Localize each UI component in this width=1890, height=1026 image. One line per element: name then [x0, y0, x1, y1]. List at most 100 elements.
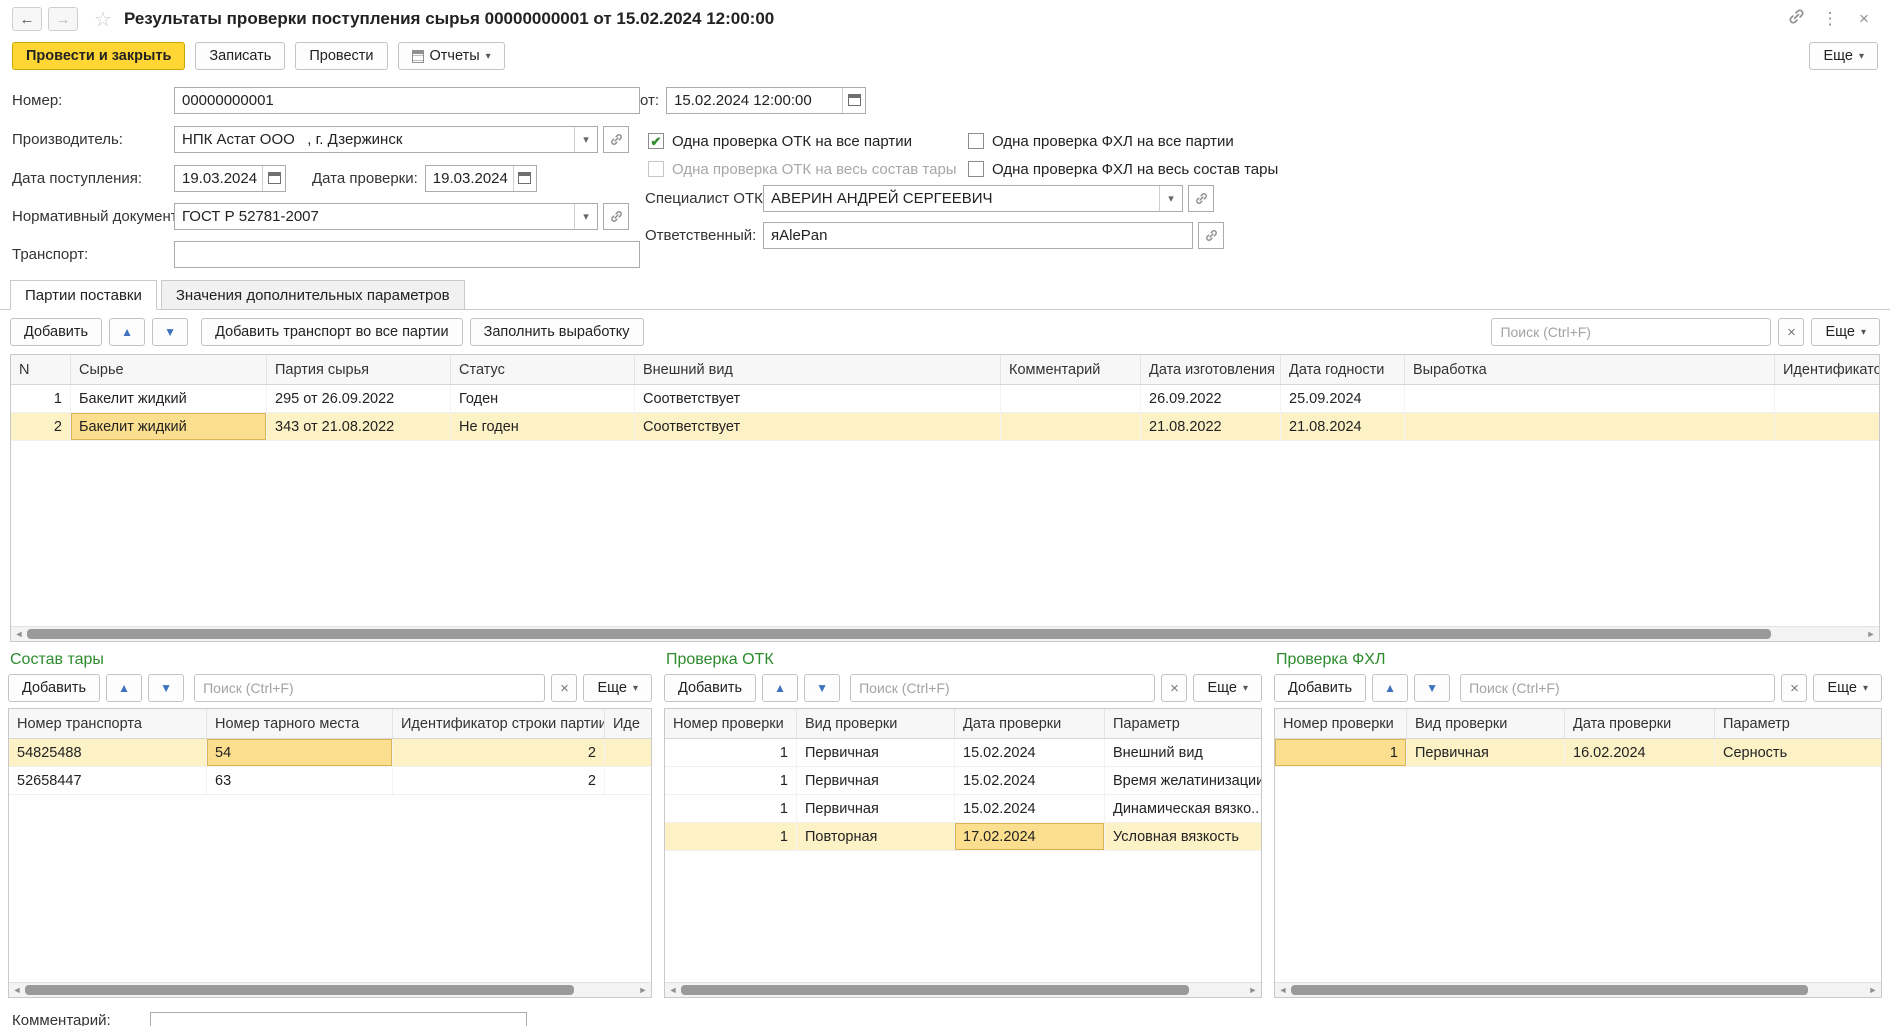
scroll-right-icon[interactable]: ►	[1865, 983, 1881, 998]
cell-material[interactable]: Бакелит жидкий	[71, 385, 267, 412]
clear-search-button[interactable]: ×	[1778, 318, 1804, 346]
search-input[interactable]	[850, 674, 1155, 702]
fill-output-button[interactable]: Заполнить выработку	[470, 318, 644, 346]
scroll-left-icon[interactable]: ◄	[1275, 983, 1291, 998]
manufacturer-field[interactable]: НПК Астат ООО , г. Дзержинск ▾	[174, 126, 598, 153]
column-header-check-kind[interactable]: Вид проверки	[797, 709, 955, 738]
cell-output[interactable]	[1405, 385, 1775, 412]
add-row-button[interactable]: Добавить	[1274, 674, 1366, 702]
cell-check-kind[interactable]: Первичная	[797, 795, 955, 822]
date-field[interactable]: 15.02.2024 12:00:00	[666, 87, 866, 114]
column-header-batch[interactable]: Партия сырья	[267, 355, 451, 384]
clear-search-button[interactable]: ×	[1161, 674, 1187, 702]
column-header-check-date[interactable]: Дата проверки	[955, 709, 1105, 738]
scroll-left-icon[interactable]: ◄	[665, 983, 681, 998]
cell-tare-place[interactable]: 63	[207, 767, 393, 794]
move-up-button[interactable]: ▲	[762, 674, 798, 702]
back-button[interactable]: ←	[12, 7, 42, 31]
add-row-button[interactable]: Добавить	[10, 318, 102, 346]
column-header-comment[interactable]: Комментарий	[1001, 355, 1141, 384]
cell-clipped[interactable]	[605, 739, 651, 766]
cell-n[interactable]: 2	[11, 413, 71, 440]
table-row[interactable]: 1 Первичная 15.02.2024 Время желатинизац…	[665, 767, 1261, 795]
horizontal-scrollbar[interactable]: ◄ ►	[1275, 982, 1881, 997]
cell-tare-place-active[interactable]: 54	[207, 739, 393, 766]
scrollbar-thumb[interactable]	[25, 985, 574, 995]
scrollbar-thumb[interactable]	[27, 629, 1771, 639]
cell-batch-line-id[interactable]: 2	[393, 767, 605, 794]
cell-material-active[interactable]: Бакелит жидкий	[71, 413, 267, 440]
scroll-right-icon[interactable]: ►	[1863, 627, 1879, 642]
scroll-right-icon[interactable]: ►	[1245, 983, 1261, 998]
move-down-button[interactable]: ▼	[1414, 674, 1450, 702]
column-header-status[interactable]: Статус	[451, 355, 635, 384]
table-row[interactable]: 52658447 63 2	[9, 767, 651, 795]
checkbox-otk-all-batches[interactable]: ✔ Одна проверка ОТК на все партии	[648, 127, 912, 155]
column-header-check-number[interactable]: Номер проверки	[665, 709, 797, 738]
tab-extra-params[interactable]: Значения дополнительных параметров	[161, 280, 465, 310]
calendar-icon[interactable]	[262, 166, 285, 191]
close-icon[interactable]: ×	[1850, 9, 1878, 29]
calendar-icon[interactable]	[842, 88, 865, 113]
cell-check-kind[interactable]: Повторная	[797, 823, 955, 850]
cell-status[interactable]: Годен	[451, 385, 635, 412]
cell-output[interactable]	[1405, 413, 1775, 440]
move-down-button[interactable]: ▼	[804, 674, 840, 702]
post-button[interactable]: Провести	[295, 42, 387, 70]
forward-button[interactable]: →	[48, 7, 78, 31]
open-link-button[interactable]	[603, 203, 629, 230]
scroll-left-icon[interactable]: ◄	[9, 983, 25, 998]
scrollbar-track[interactable]	[1291, 983, 1865, 997]
horizontal-scrollbar[interactable]: ◄ ►	[11, 626, 1879, 641]
table-row-selected[interactable]: 2 Бакелит жидкий 343 от 21.08.2022 Не го…	[11, 413, 1879, 441]
dropdown-button[interactable]: ▾	[574, 204, 597, 229]
column-header-check-number[interactable]: Номер проверки	[1275, 709, 1407, 738]
check-date-field[interactable]: 19.03.2024	[425, 165, 537, 192]
cell-check-date[interactable]: 16.02.2024	[1565, 739, 1715, 766]
responsible-field[interactable]: яAlePan	[763, 222, 1193, 249]
open-link-button[interactable]	[1198, 222, 1224, 249]
column-header-clipped[interactable]: Иде	[605, 709, 651, 738]
cell-comment[interactable]	[1001, 413, 1141, 440]
transport-field[interactable]	[174, 241, 640, 268]
table-row-selected[interactable]: 1 Первичная 16.02.2024 Серность	[1275, 739, 1881, 767]
write-button[interactable]: Записать	[195, 42, 285, 70]
column-header-identifier[interactable]: Идентификатор с	[1775, 355, 1879, 384]
cell-check-kind[interactable]: Первичная	[797, 739, 955, 766]
cell-batch[interactable]: 343 от 21.08.2022	[267, 413, 451, 440]
cell-made-date[interactable]: 21.08.2022	[1141, 413, 1281, 440]
scrollbar-thumb[interactable]	[1291, 985, 1808, 995]
cell-clipped[interactable]	[605, 767, 651, 794]
cell-expiry-date[interactable]: 25.09.2024	[1281, 385, 1405, 412]
cell-check-date[interactable]: 15.02.2024	[955, 767, 1105, 794]
calendar-icon[interactable]	[513, 166, 536, 191]
cell-parameter[interactable]: Серность	[1715, 739, 1881, 766]
dropdown-button[interactable]: ▾	[574, 127, 597, 152]
table-row[interactable]: 1 Первичная 15.02.2024 Внешний вид	[665, 739, 1261, 767]
table-row[interactable]: 1 Бакелит жидкий 295 от 26.09.2022 Годен…	[11, 385, 1879, 413]
checkbox-fhl-all-tare[interactable]: Одна проверка ФХЛ на весь состав тары	[968, 155, 1278, 183]
clear-search-button[interactable]: ×	[1781, 674, 1807, 702]
cell-check-number[interactable]: 1	[665, 795, 797, 822]
open-link-button[interactable]	[603, 126, 629, 153]
move-up-button[interactable]: ▲	[109, 318, 145, 346]
table-row-selected[interactable]: 54825488 54 2	[9, 739, 651, 767]
more-button[interactable]: Еще ▾	[583, 674, 652, 702]
menu-dots-icon[interactable]: ⋮	[1816, 9, 1844, 29]
normative-document-field[interactable]: ГОСТ Р 52781-2007 ▾	[174, 203, 598, 230]
post-and-close-button[interactable]: Провести и закрыть	[12, 42, 185, 70]
cell-parameter[interactable]: Условная вязкость	[1105, 823, 1261, 850]
cell-identifier[interactable]	[1775, 413, 1879, 440]
move-down-button[interactable]: ▼	[152, 318, 188, 346]
cell-check-kind[interactable]: Первичная	[1407, 739, 1565, 766]
cell-expiry-date[interactable]: 21.08.2024	[1281, 413, 1405, 440]
cell-parameter[interactable]: Время желатинизации	[1105, 767, 1261, 794]
otk-specialist-field[interactable]: АВЕРИН АНДРЕЙ СЕРГЕЕВИЧ ▾	[763, 185, 1183, 212]
cell-check-date-active[interactable]: 17.02.2024	[955, 823, 1105, 850]
cell-check-date[interactable]: 15.02.2024	[955, 739, 1105, 766]
cell-check-kind[interactable]: Первичная	[797, 767, 955, 794]
cell-transport-number[interactable]: 52658447	[9, 767, 207, 794]
column-header-n[interactable]: N	[11, 355, 71, 384]
column-header-appearance[interactable]: Внешний вид	[635, 355, 1001, 384]
cell-appearance[interactable]: Соответствует	[635, 413, 1001, 440]
